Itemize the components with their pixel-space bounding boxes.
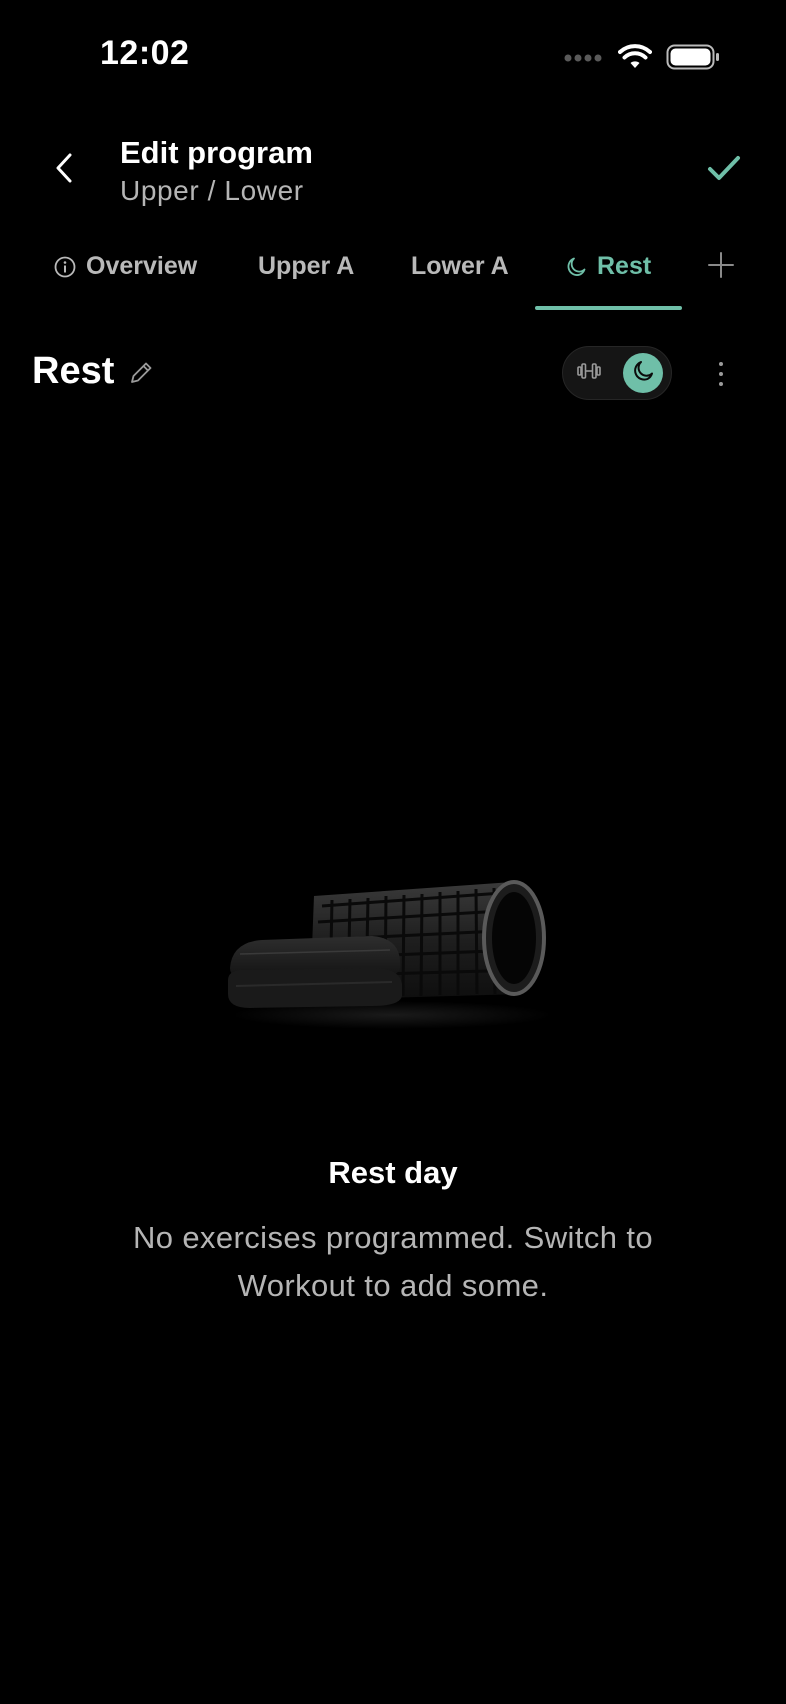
save-button[interactable]	[702, 148, 746, 192]
signal-dots-icon	[564, 50, 604, 68]
moon-icon	[565, 256, 587, 285]
empty-state-title: Rest day	[328, 1155, 458, 1190]
checkmark-icon	[707, 154, 741, 187]
tab-label: Upper A	[258, 252, 355, 280]
tab-rest[interactable]: Rest	[565, 236, 651, 312]
header: Edit program Upper / Lower	[0, 120, 786, 220]
tab-overview[interactable]: Overview	[54, 236, 197, 312]
dumbbell-icon	[576, 361, 602, 386]
edit-day-name-button[interactable]	[128, 360, 156, 388]
day-title: Rest	[32, 350, 115, 392]
status-bar: 12:02	[0, 0, 786, 120]
tab-upper-a[interactable]: Upper A	[258, 236, 354, 312]
day-header: Rest	[0, 340, 786, 410]
status-icons	[564, 43, 720, 76]
tab-label: Overview	[86, 252, 198, 280]
tab-label: Lower A	[411, 252, 509, 280]
wifi-icon	[618, 43, 652, 75]
battery-icon	[666, 43, 720, 76]
add-day-button[interactable]	[704, 250, 738, 284]
back-button[interactable]	[44, 150, 84, 190]
page-title: Edit program	[120, 135, 313, 170]
empty-state-text: No exercises programmed. Switch to Worko…	[132, 1220, 654, 1303]
more-vertical-icon	[718, 361, 724, 392]
rest-day-illustration	[222, 860, 562, 1030]
tab-lower-a[interactable]: Lower A	[411, 236, 509, 312]
active-tab-indicator	[535, 306, 682, 310]
rest-mode-option[interactable]	[623, 353, 663, 393]
chevron-left-icon	[54, 152, 74, 189]
tab-label: Rest	[597, 252, 652, 280]
workout-mode-option[interactable]	[573, 357, 605, 389]
moon-icon	[631, 359, 655, 388]
more-options-button[interactable]	[706, 358, 736, 394]
day-type-toggle[interactable]	[562, 346, 672, 400]
page-subtitle: Upper / Lower	[120, 175, 304, 206]
pencil-icon	[128, 362, 154, 390]
status-time: 12:02	[100, 34, 190, 72]
title-block: Edit program Upper / Lower	[120, 134, 313, 210]
info-icon	[54, 256, 76, 285]
tab-bar: Overview Upper A Lower A Rest	[0, 236, 786, 312]
plus-icon	[707, 251, 735, 284]
